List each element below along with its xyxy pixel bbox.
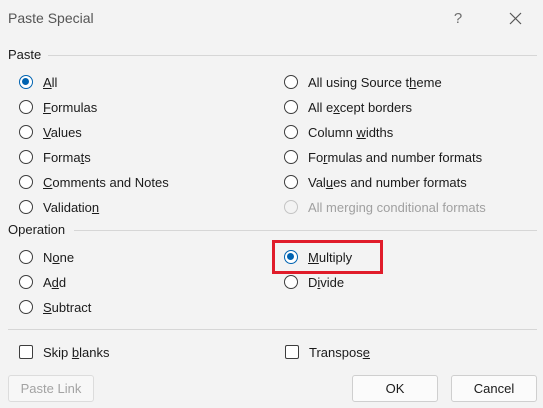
- option-label: Column widths: [308, 124, 394, 140]
- help-button[interactable]: ?: [444, 4, 472, 32]
- radio-button: [284, 200, 298, 214]
- skip-blanks-label: Skip blanks: [43, 344, 110, 360]
- paste-option-formulas-and-number-formats[interactable]: Formulas and number formats: [284, 147, 482, 167]
- paste-option-all-using-source-theme[interactable]: All using Source theme: [284, 72, 442, 92]
- paste-option-all[interactable]: All: [19, 72, 57, 92]
- radio-button[interactable]: [19, 75, 33, 89]
- paste-option-formats[interactable]: Formats: [19, 147, 91, 167]
- dialog-title: Paste Special: [8, 10, 94, 26]
- paste-option-formulas[interactable]: Formulas: [19, 97, 97, 117]
- option-label: Comments and Notes: [43, 174, 169, 190]
- paste-link-button[interactable]: Paste Link: [8, 375, 94, 402]
- operation-option-subtract[interactable]: Subtract: [19, 297, 91, 317]
- title-bar: Paste Special ?: [0, 0, 543, 38]
- option-label: Add: [43, 274, 67, 290]
- option-label: Values: [43, 124, 82, 140]
- transpose-box[interactable]: [285, 345, 299, 359]
- close-icon: [509, 12, 521, 24]
- option-label: Formulas: [43, 99, 98, 115]
- paste-option-validation[interactable]: Validation: [19, 197, 99, 217]
- paste-option-column-widths[interactable]: Column widths: [284, 122, 393, 142]
- radio-button[interactable]: [284, 100, 298, 114]
- skip-blanks-checkbox[interactable]: Skip blanks: [19, 342, 110, 362]
- radio-button[interactable]: [19, 300, 33, 314]
- transpose-checkbox[interactable]: Transpose: [285, 342, 370, 362]
- operation-group-divider: [74, 230, 537, 231]
- paste-option-all-except-borders[interactable]: All except borders: [284, 97, 412, 117]
- radio-button[interactable]: [19, 150, 33, 164]
- radio-button[interactable]: [284, 150, 298, 164]
- paste-group-divider: [48, 55, 537, 56]
- skip-blanks-box[interactable]: [19, 345, 33, 359]
- radio-button[interactable]: [19, 175, 33, 189]
- radio-button[interactable]: [19, 100, 33, 114]
- paste-option-values[interactable]: Values: [19, 122, 82, 142]
- radio-button[interactable]: [284, 75, 298, 89]
- operation-option-none[interactable]: None: [19, 247, 74, 267]
- operation-option-add[interactable]: Add: [19, 272, 66, 292]
- options-divider: [8, 329, 537, 330]
- paste-special-dialog: Paste Special ? Paste All Formulas Values F…: [0, 0, 543, 408]
- operation-option-divide[interactable]: Divide: [284, 272, 344, 292]
- option-label: Formats: [43, 149, 91, 165]
- paste-option-all-merging-conditional-formats: All merging conditional formats: [284, 197, 486, 217]
- close-button[interactable]: [500, 4, 530, 32]
- option-label: All except borders: [308, 99, 413, 115]
- option-label: All using Source theme: [308, 74, 442, 90]
- paste-option-values-and-number-formats[interactable]: Values and number formats: [284, 172, 467, 192]
- radio-button[interactable]: [284, 275, 298, 289]
- radio-button[interactable]: [19, 125, 33, 139]
- cancel-button[interactable]: Cancel: [451, 375, 537, 402]
- ok-button[interactable]: OK: [352, 375, 438, 402]
- radio-button[interactable]: [19, 275, 33, 289]
- option-label: Formulas and number formats: [308, 149, 483, 165]
- radio-button[interactable]: [284, 175, 298, 189]
- radio-button[interactable]: [19, 250, 33, 264]
- option-label: Validation: [43, 199, 100, 215]
- option-label: None: [43, 249, 75, 265]
- option-label: Divide: [308, 274, 345, 290]
- option-label: Subtract: [43, 299, 92, 315]
- option-label: All merging conditional formats: [308, 199, 486, 215]
- multiply-highlight-box: [272, 240, 383, 274]
- option-label: Values and number formats: [308, 174, 467, 190]
- transpose-label: Transpose: [309, 344, 370, 360]
- operation-group-label: Operation: [8, 222, 66, 237]
- paste-group-label: Paste: [8, 47, 42, 62]
- radio-button[interactable]: [19, 200, 33, 214]
- radio-button[interactable]: [284, 125, 298, 139]
- paste-option-comments-and-notes[interactable]: Comments and Notes: [19, 172, 169, 192]
- option-label: All: [43, 74, 58, 90]
